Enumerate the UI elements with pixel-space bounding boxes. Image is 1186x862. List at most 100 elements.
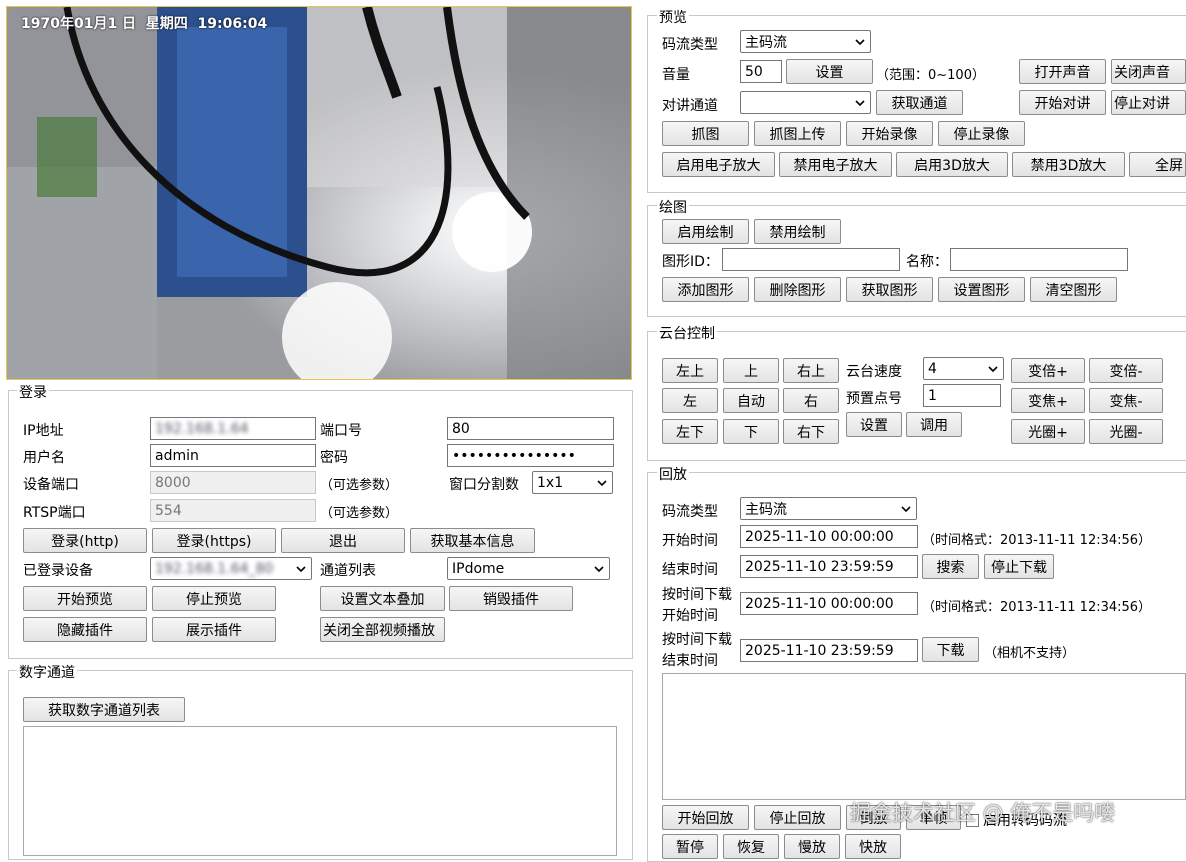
clear-shapes-button[interactable]: 清空图形: [1030, 277, 1117, 302]
destroy-plugin-button[interactable]: 销毁插件: [449, 586, 573, 611]
rtsp-port-label: RTSP端口: [23, 505, 86, 521]
stop-download-button[interactable]: 停止下载: [984, 554, 1054, 579]
set-text-overlay-button[interactable]: 设置文本叠加: [320, 586, 445, 611]
device-port-label: 设备端口: [23, 477, 79, 493]
ptz-left-button[interactable]: 左: [662, 388, 718, 413]
preview-stream-select[interactable]: 主码流: [740, 30, 871, 53]
get-channel-button[interactable]: 获取通道: [876, 90, 963, 115]
volume-range-note: （范围：0~100）: [876, 68, 985, 83]
video-timestamp: 1970年01月1 日 星期四 19:06:04: [21, 16, 268, 32]
download-start-input[interactable]: 2025-11-10 00:00:00: [740, 592, 918, 615]
iris-out-button[interactable]: 光圈-: [1089, 419, 1163, 444]
password-input[interactable]: •••••••••••••••: [447, 444, 614, 467]
volume-input[interactable]: 50: [740, 60, 782, 83]
volume-label: 音量: [662, 67, 690, 83]
ptz-right-button[interactable]: 右: [783, 388, 839, 413]
enable-ezoom-button[interactable]: 启用电子放大: [662, 152, 775, 177]
port-input[interactable]: 80: [447, 417, 614, 440]
capture-button[interactable]: 抓图: [662, 121, 749, 146]
close-sound-button[interactable]: 关闭声音: [1111, 59, 1186, 84]
focus-in-button[interactable]: 变焦+: [1011, 388, 1085, 413]
login-http-button[interactable]: 登录(http): [23, 528, 147, 553]
preset-call-button[interactable]: 调用: [906, 412, 962, 437]
capture-upload-button[interactable]: 抓图上传: [754, 121, 841, 146]
chevron-down-icon: [901, 506, 911, 513]
download-start-label-line2: 开始时间: [662, 608, 718, 624]
login-https-button[interactable]: 登录(https): [152, 528, 276, 553]
shape-id-input[interactable]: [722, 248, 900, 271]
add-shape-button[interactable]: 添加图形: [662, 277, 749, 302]
ptz-auto-button[interactable]: 自动: [723, 388, 779, 413]
preset-set-button[interactable]: 设置: [846, 412, 902, 437]
ptz-legend: 云台控制: [657, 323, 717, 343]
rtsp-port-input: 554: [150, 499, 316, 522]
playback-results-list[interactable]: [662, 673, 1186, 800]
start-preview-button[interactable]: 开始预览: [23, 586, 147, 611]
stop-talk-button[interactable]: 停止对讲: [1111, 90, 1186, 115]
download-end-input[interactable]: 2025-11-10 23:59:59: [740, 639, 918, 662]
start-record-button[interactable]: 开始录像: [846, 121, 933, 146]
ptz-speed-select[interactable]: 4: [923, 357, 1004, 380]
preset-input[interactable]: 1: [923, 384, 1001, 407]
stop-record-button[interactable]: 停止录像: [938, 121, 1025, 146]
chevron-down-icon: [296, 566, 306, 573]
stop-playback-button[interactable]: 停止回放: [754, 805, 841, 830]
end-time-label: 结束时间: [662, 562, 718, 578]
channel-list-value: IPdome: [452, 560, 505, 577]
get-basic-info-button[interactable]: 获取基本信息: [410, 528, 535, 553]
time-format-note-2: （时间格式：2013-11-11 12:34:56）: [922, 600, 1152, 615]
video-preview[interactable]: 1970年01月1 日 星期四 19:06:04: [6, 6, 632, 380]
disable-3d-zoom-button[interactable]: 禁用3D放大: [1012, 152, 1125, 177]
username-input[interactable]: admin: [150, 444, 316, 467]
window-split-value: 1x1: [537, 474, 564, 491]
preset-label: 预置点号: [846, 391, 902, 407]
ptz-up-right-button[interactable]: 右上: [783, 358, 839, 383]
ptz-down-right-button[interactable]: 右下: [783, 419, 839, 444]
time-format-note-1: （时间格式：2013-11-11 12:34:56）: [922, 533, 1152, 548]
iris-in-button[interactable]: 光圈+: [1011, 419, 1085, 444]
camera-unsupported-note: （相机不支持）: [984, 646, 1076, 661]
search-button[interactable]: 搜索: [922, 554, 979, 579]
close-all-video-button[interactable]: 关闭全部视频播放: [320, 617, 445, 642]
stop-preview-button[interactable]: 停止预览: [152, 586, 276, 611]
playback-stream-select[interactable]: 主码流: [740, 497, 917, 520]
focus-out-button[interactable]: 变焦-: [1089, 388, 1163, 413]
ptz-up-left-button[interactable]: 左上: [662, 358, 718, 383]
volume-set-button[interactable]: 设置: [786, 59, 873, 84]
start-talk-button[interactable]: 开始对讲: [1019, 90, 1106, 115]
logout-button[interactable]: 退出: [281, 528, 405, 553]
get-digital-channel-list-button[interactable]: 获取数字通道列表: [23, 697, 185, 722]
talk-channel-select[interactable]: [740, 91, 871, 114]
digital-channel-list[interactable]: [23, 726, 617, 856]
zoom-out-button[interactable]: 变倍-: [1089, 358, 1163, 383]
open-sound-button[interactable]: 打开声音: [1019, 59, 1106, 84]
enable-3d-zoom-button[interactable]: 启用3D放大: [896, 152, 1008, 177]
start-playback-button[interactable]: 开始回放: [662, 805, 749, 830]
login-legend: 登录: [17, 382, 49, 402]
ptz-down-button[interactable]: 下: [723, 419, 779, 444]
zoom-in-button[interactable]: 变倍+: [1011, 358, 1085, 383]
show-plugin-button[interactable]: 展示插件: [152, 617, 276, 642]
drawing-legend: 绘图: [657, 197, 689, 217]
set-shape-button[interactable]: 设置图形: [938, 277, 1025, 302]
window-split-select[interactable]: 1x1: [532, 471, 613, 494]
hide-plugin-button[interactable]: 隐藏插件: [23, 617, 147, 642]
delete-shape-button[interactable]: 删除图形: [754, 277, 841, 302]
channel-list-select[interactable]: IPdome: [447, 557, 610, 580]
end-time-input[interactable]: 2025-11-10 23:59:59: [740, 555, 918, 578]
get-shape-button[interactable]: 获取图形: [846, 277, 933, 302]
disable-ezoom-button[interactable]: 禁用电子放大: [779, 152, 892, 177]
start-time-input[interactable]: 2025-11-10 00:00:00: [740, 525, 918, 548]
ptz-down-left-button[interactable]: 左下: [662, 419, 718, 444]
enable-drawing-button[interactable]: 启用绘制: [662, 219, 749, 244]
fullscreen-button[interactable]: 全屏: [1129, 152, 1186, 177]
disable-drawing-button[interactable]: 禁用绘制: [754, 219, 841, 244]
preview-stream-value: 主码流: [745, 34, 787, 51]
chevron-down-icon: [988, 366, 998, 373]
logged-devices-select[interactable]: 192.168.1.64_80: [150, 557, 312, 580]
ip-input[interactable]: 192.168.1.64: [150, 417, 316, 440]
ptz-up-button[interactable]: 上: [723, 358, 779, 383]
window-split-label: 窗口分割数: [449, 477, 519, 493]
download-button[interactable]: 下载: [922, 637, 979, 662]
shape-name-input[interactable]: [950, 248, 1128, 271]
